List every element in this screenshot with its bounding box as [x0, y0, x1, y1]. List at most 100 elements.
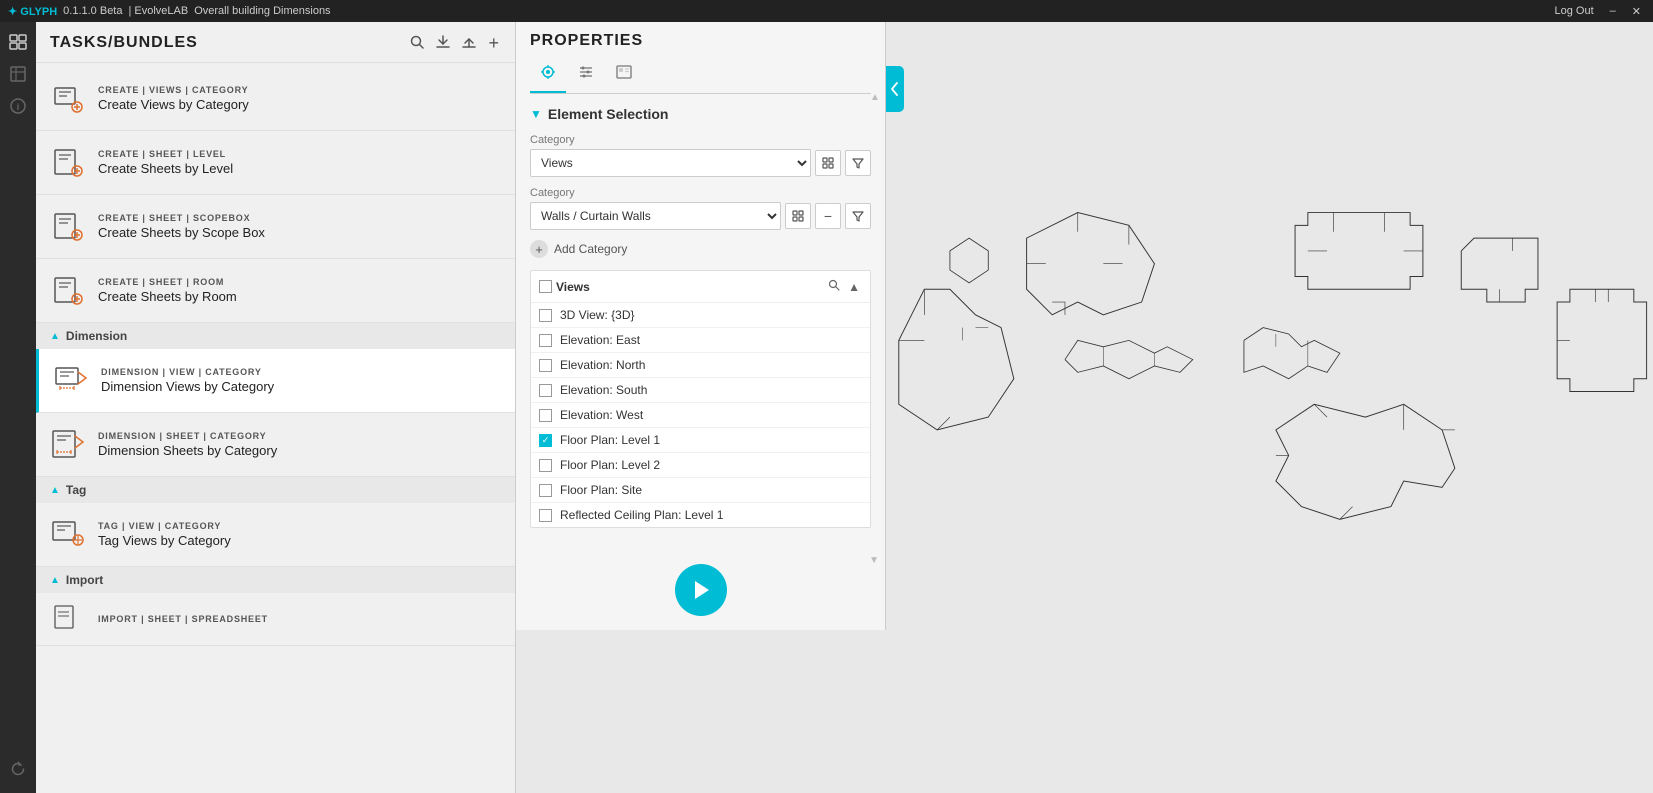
properties-collapse-tab[interactable]: [886, 66, 904, 112]
category-select-views[interactable]: Views: [530, 149, 811, 177]
category-row-walls: Category Walls / Curtain Walls: [530, 187, 871, 230]
add-category-row[interactable]: + Add Category: [530, 240, 871, 258]
view-checkbox-floor-level1[interactable]: [539, 434, 552, 447]
floor-plan-sketch-9: [1557, 289, 1646, 391]
floor-plan-canvas: [886, 22, 1653, 793]
task-icon-import-sheet: [50, 601, 86, 637]
views-section: Views ▲ 3D View: {3D}: [530, 270, 871, 528]
view-checkbox-floor-site[interactable]: [539, 484, 552, 497]
sidebar-refresh-icon[interactable]: [3, 755, 33, 783]
view-checkbox-elevation-south[interactable]: [539, 384, 552, 397]
search-icon[interactable]: [408, 33, 426, 54]
category-remove-btn-walls[interactable]: −: [815, 203, 841, 229]
task-icon-create-sheet-level: [50, 145, 86, 181]
task-label-tag-view: TAG | VIEW | CATEGORY: [98, 521, 501, 531]
task-icon-dimension-sheet: [50, 427, 86, 463]
view-label-floor-level1: Floor Plan: Level 1: [560, 433, 660, 447]
task-item-import-sheet[interactable]: IMPORT | SHEET | SPREADSHEET: [36, 593, 515, 646]
category-select-btn-walls[interactable]: [785, 203, 811, 229]
upload-icon[interactable]: [460, 33, 478, 54]
task-item-dimension-sheet[interactable]: DIMENSION | SHEET | CATEGORY Dimension S…: [36, 413, 515, 477]
view-item-elevation-west[interactable]: Elevation: West: [531, 403, 870, 428]
tab-element-selection[interactable]: [530, 58, 566, 93]
tag-chevron-icon: ▲: [50, 485, 60, 496]
scroll-down-indicator[interactable]: ▼: [869, 555, 879, 566]
view-checkbox-rcp-level1[interactable]: [539, 509, 552, 522]
element-selection-chevron[interactable]: ▼: [530, 107, 542, 121]
views-select-all-checkbox[interactable]: [539, 280, 552, 293]
tab-preview[interactable]: [606, 58, 642, 93]
task-item-create-sheet-scope[interactable]: CREATE | SHEET | SCOPEBOX Create Sheets …: [36, 195, 515, 259]
add-category-label: Add Category: [554, 242, 627, 256]
view-item-elevation-south[interactable]: Elevation: South: [531, 378, 870, 403]
view-item-floor-level2[interactable]: Floor Plan: Level 2: [531, 453, 870, 478]
dimension-section-header[interactable]: ▲ Dimension: [36, 323, 515, 349]
category-select-walls[interactable]: Walls / Curtain Walls: [530, 202, 781, 230]
task-item-dimension-view[interactable]: DIMENSION | VIEW | CATEGORY Dimension Vi…: [36, 349, 515, 413]
sidebar-views-icon[interactable]: [3, 60, 33, 88]
close-button[interactable]: ✕: [1628, 5, 1645, 18]
tasks-list: CREATE | VIEWS | CATEGORY Create Views b…: [36, 63, 515, 793]
app-logo: ✦ GLYPH: [8, 5, 57, 18]
view-checkbox-elevation-north[interactable]: [539, 359, 552, 372]
main-container: i TASKS/BUNDLES: [0, 22, 1653, 793]
logout-button[interactable]: Log Out: [1551, 5, 1598, 17]
category-filter-btn-walls[interactable]: [845, 203, 871, 229]
tag-section-label: Tag: [66, 483, 86, 497]
view-item-elevation-north[interactable]: Elevation: North: [531, 353, 870, 378]
element-selection-section: ▼ Element Selection: [530, 106, 871, 122]
task-text-dimension-sheet: DIMENSION | SHEET | CATEGORY Dimension S…: [98, 431, 501, 458]
view-checkbox-elevation-east[interactable]: [539, 334, 552, 347]
task-item-create-sheet-room[interactable]: CREATE | SHEET | ROOM Create Sheets by R…: [36, 259, 515, 323]
minimize-button[interactable]: –: [1606, 5, 1620, 17]
floor-plan-sketch-4: [1295, 213, 1423, 290]
scroll-up-indicator[interactable]: ▲: [869, 92, 881, 103]
view-checkbox-floor-level2[interactable]: [539, 459, 552, 472]
task-item-create-sheet-level[interactable]: CREATE | SHEET | LEVEL Create Sheets by …: [36, 131, 515, 195]
download-icon[interactable]: [434, 33, 452, 54]
add-task-button[interactable]: +: [486, 32, 501, 54]
sidebar-info-icon[interactable]: i: [3, 92, 33, 120]
task-text-tag-view: TAG | VIEW | CATEGORY Tag Views by Categ…: [98, 521, 501, 548]
run-button[interactable]: [675, 564, 727, 616]
task-text-create-sheet-scope: CREATE | SHEET | SCOPEBOX Create Sheets …: [98, 213, 501, 240]
sidebar-tasks-icon[interactable]: [3, 28, 33, 56]
import-section-label: Import: [66, 573, 103, 587]
views-header: Views ▲: [531, 271, 870, 303]
task-text-dimension-view: DIMENSION | VIEW | CATEGORY Dimension Vi…: [101, 367, 501, 394]
category-filter-btn-views[interactable]: [845, 150, 871, 176]
floor-plan-sketch-8: [1276, 404, 1455, 519]
task-label: CREATE | VIEWS | CATEGORY: [98, 85, 501, 95]
task-label-create-sheet-scope: CREATE | SHEET | SCOPEBOX: [98, 213, 501, 223]
view-checkbox-3d[interactable]: [539, 309, 552, 322]
task-text-create-sheet-room: CREATE | SHEET | ROOM Create Sheets by R…: [98, 277, 501, 304]
category-label-views: Category: [530, 134, 871, 146]
view-item-floor-site[interactable]: Floor Plan: Site: [531, 478, 870, 503]
task-name-tag-view: Tag Views by Category: [98, 533, 501, 548]
properties-panel: PROPERTIES: [516, 22, 886, 630]
category-select-btn-views[interactable]: [815, 150, 841, 176]
view-label-elevation-west: Elevation: West: [560, 408, 643, 422]
view-item-3d[interactable]: 3D View: {3D}: [531, 303, 870, 328]
view-item-floor-level1[interactable]: Floor Plan: Level 1: [531, 428, 870, 453]
add-category-plus-icon: +: [530, 240, 548, 258]
view-label-rcp-level1: Reflected Ceiling Plan: Level 1: [560, 508, 723, 522]
task-item-tag-view[interactable]: TAG | VIEW | CATEGORY Tag Views by Categ…: [36, 503, 515, 567]
task-text-import-sheet: IMPORT | SHEET | SPREADSHEET: [98, 614, 501, 624]
tab-settings[interactable]: [568, 58, 604, 93]
view-item-elevation-east[interactable]: Elevation: East: [531, 328, 870, 353]
view-item-rcp-level1[interactable]: Reflected Ceiling Plan: Level 1: [531, 503, 870, 527]
views-search-icon[interactable]: [826, 277, 842, 296]
views-collapse-icon[interactable]: ▲: [846, 278, 862, 296]
run-btn-container: [516, 550, 885, 630]
properties-header: PROPERTIES: [516, 22, 885, 94]
floor-plan-sketch-7: [1244, 328, 1340, 379]
tasks-panel: TASKS/BUNDLES: [36, 22, 516, 793]
tag-section-header[interactable]: ▲ Tag: [36, 477, 515, 503]
svg-text:i: i: [17, 102, 20, 112]
task-item-create-views[interactable]: CREATE | VIEWS | CATEGORY Create Views b…: [36, 67, 515, 131]
task-name-create-sheet-scope: Create Sheets by Scope Box: [98, 225, 501, 240]
import-section-header[interactable]: ▲ Import: [36, 567, 515, 593]
app-company: | EvolveLAB: [128, 5, 188, 17]
view-checkbox-elevation-west[interactable]: [539, 409, 552, 422]
